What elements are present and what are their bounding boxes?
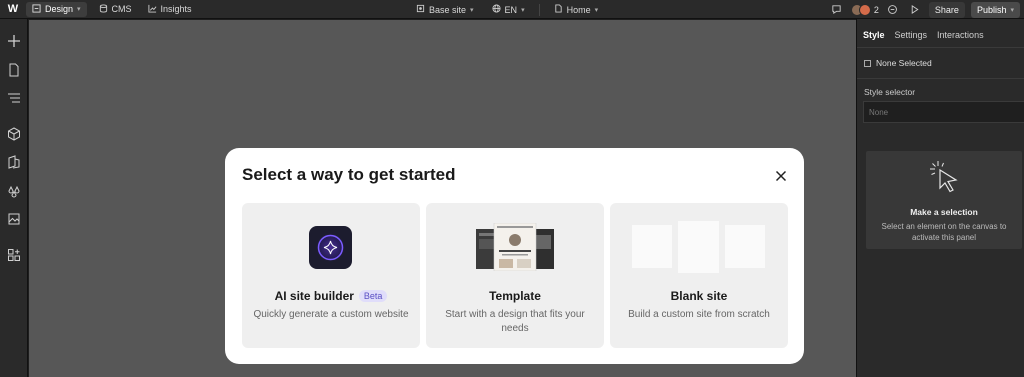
insights-button[interactable]: Insights — [142, 2, 198, 17]
design-icon — [32, 3, 41, 15]
pages-icon[interactable] — [6, 62, 22, 78]
selection-checkbox-icon — [864, 59, 871, 67]
left-toolbar — [0, 19, 28, 377]
template-card-title: Template — [489, 289, 541, 303]
blank-card-description: Build a custom site from scratch — [628, 309, 770, 320]
publish-button[interactable]: Publish ▾ — [970, 1, 1020, 18]
database-icon — [99, 3, 108, 15]
chevron-down-icon: ▾ — [470, 6, 474, 14]
blank-site-preview — [632, 221, 766, 273]
style-selector-input[interactable]: None — [863, 101, 1024, 123]
divider — [538, 3, 540, 16]
ai-site-builder-card[interactable]: AI site builder Beta Quickly generate a … — [242, 203, 420, 348]
collaborator-count: 2 — [873, 4, 879, 15]
right-panel: Style Settings Interactions None Selecte… — [856, 19, 1024, 377]
close-icon[interactable] — [775, 170, 787, 182]
topbar-right: 2 Share Publish ▾ — [829, 1, 1020, 18]
chevron-down-icon: ▾ — [521, 6, 525, 14]
page-icon — [554, 4, 563, 15]
page-label: Home — [566, 4, 591, 15]
styles-drops-icon[interactable] — [6, 183, 22, 199]
assets-image-icon[interactable] — [6, 211, 22, 227]
chevron-down-icon: ▾ — [1010, 6, 1014, 14]
locale-label: EN — [504, 4, 518, 15]
locale-selector[interactable]: EN ▾ — [486, 2, 531, 17]
chevron-down-icon: ▾ — [77, 6, 81, 13]
ai-card-title-row: AI site builder Beta — [242, 289, 420, 303]
page-selector[interactable]: Home ▾ — [548, 2, 605, 17]
site-controls: Base site ▾ EN ▾ Home ▾ — [410, 2, 604, 17]
make-selection-card: Make a selection Select an element on th… — [866, 151, 1022, 249]
none-selected-label: None Selected — [876, 58, 932, 68]
insights-label: Insights — [160, 4, 192, 14]
ai-card-title: AI site builder — [274, 289, 354, 303]
cms-label: CMS — [111, 4, 132, 14]
blank-site-card[interactable]: Blank site Build a custom site from scra… — [610, 203, 788, 348]
preview-play-icon[interactable] — [907, 2, 923, 18]
beta-badge: Beta — [358, 290, 388, 302]
get-started-modal: Select a way to get started AI site buil… — [225, 148, 804, 364]
panel-tabs: Style Settings Interactions — [857, 19, 1024, 47]
template-card-description: Start with a design that fits your needs — [445, 309, 585, 334]
template-card[interactable]: Template Start with a design that fits y… — [426, 203, 604, 348]
navigator-icon[interactable] — [6, 90, 22, 106]
site-label: Base site — [429, 4, 467, 15]
style-selector-label: Style selector — [864, 87, 916, 97]
chevron-down-icon: ▾ — [594, 6, 599, 14]
top-toolbar: W Design ▾ CMS Insights Base site ▾ EN ▾… — [0, 0, 1024, 19]
avatar — [858, 3, 871, 16]
ai-card-description: Quickly generate a custom website — [253, 309, 409, 320]
blank-page-center — [678, 221, 719, 273]
tab-settings[interactable]: Settings — [895, 30, 928, 47]
globe-icon — [491, 4, 501, 15]
publish-label: Publish — [976, 4, 1007, 15]
ai-sparkle-icon — [309, 226, 352, 269]
tab-style[interactable]: Style — [863, 30, 885, 47]
make-selection-description: Select an element on the canvas to activ… — [881, 222, 1007, 242]
blank-card-title: Blank site — [670, 289, 728, 303]
selection-status: None Selected — [857, 48, 1024, 78]
comment-flag-icon[interactable] — [829, 2, 845, 18]
apps-icon[interactable] — [6, 247, 22, 263]
variables-icon[interactable] — [6, 154, 22, 170]
cms-button[interactable]: CMS — [93, 2, 138, 17]
target-icon — [416, 4, 425, 15]
add-icon[interactable] — [6, 33, 22, 49]
chart-line-icon — [147, 4, 157, 15]
blank-page-right — [725, 225, 765, 268]
design-label: Design — [45, 4, 74, 14]
tab-interactions[interactable]: Interactions — [937, 30, 984, 47]
share-button[interactable]: Share — [928, 1, 965, 18]
template-preview-image — [476, 223, 554, 271]
site-selector[interactable]: Base site ▾ — [410, 2, 480, 17]
design-mode-button[interactable]: Design ▾ — [26, 1, 87, 17]
components-cube-icon[interactable] — [6, 126, 22, 142]
blank-page-left — [632, 225, 672, 268]
cursor-click-icon — [930, 161, 958, 193]
webflow-logo[interactable]: W — [0, 0, 26, 19]
collaborators[interactable]: 2 — [850, 3, 879, 16]
comments-icon[interactable] — [885, 2, 901, 18]
make-selection-title: Make a selection — [910, 207, 978, 217]
modal-title: Select a way to get started — [242, 165, 456, 184]
